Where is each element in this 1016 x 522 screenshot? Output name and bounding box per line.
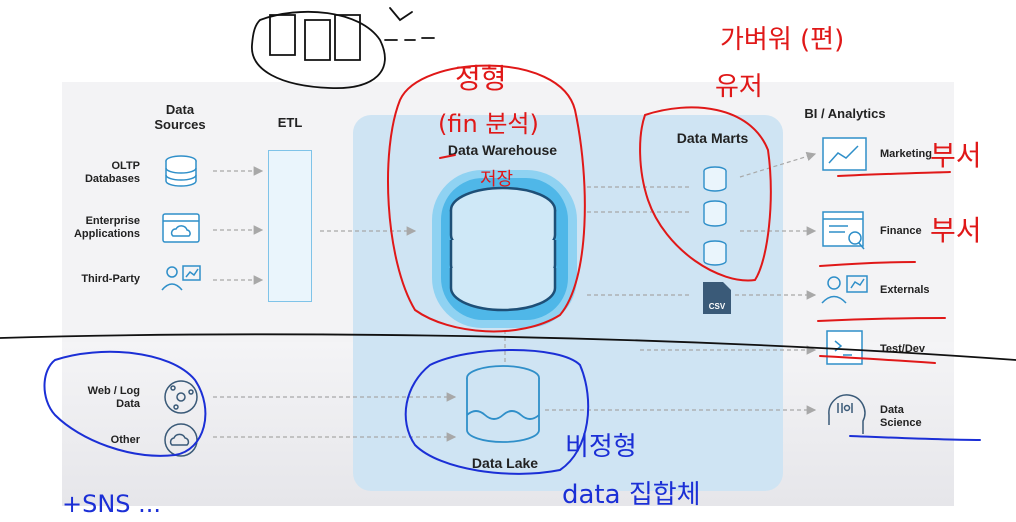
annotation-department-1: 부서 (930, 139, 982, 172)
annotation-fin-analysis: (fin 분석) (438, 110, 539, 138)
data-lake-icon (466, 365, 540, 443)
csv-file-icon: CSV (703, 282, 731, 314)
line-chart-icon (822, 137, 867, 171)
annotation-plus-sns: +SNS ... (62, 490, 161, 518)
head-binary-icon (828, 394, 866, 434)
network-icon (164, 380, 198, 414)
annotation-users: 유저 (715, 72, 763, 102)
data-warehouse-icon (432, 170, 577, 328)
annotation-storage: 저장 (480, 169, 513, 190)
diagram-graphics: CSV 정형 (fin 분석) 저장 가벼워 (편) 유저 부서 부서 비정형 … (0, 7, 1016, 518)
database-stack-icon (165, 155, 197, 187)
cloud-sync-icon (164, 423, 198, 457)
annotation-light-convenient: 가벼워 (편) (720, 25, 844, 55)
annotation-structured: 정형 (455, 62, 507, 95)
browser-cloud-icon (162, 213, 200, 243)
annotation-unstructured: 비정형 (565, 432, 637, 462)
person-chart-icon (161, 265, 201, 291)
report-search-icon (822, 211, 865, 250)
csv-badge: CSV (709, 302, 726, 311)
annotation-data-collection: data 집합체 (562, 480, 701, 510)
terminal-icon (826, 330, 863, 365)
annotation-department-2: 부서 (930, 214, 982, 247)
data-mart-icons (703, 166, 727, 266)
externals-person-chart-icon (821, 275, 868, 304)
diagram-canvas: Data Sources ETL BI / Analytics OLTP Dat… (0, 0, 1016, 522)
